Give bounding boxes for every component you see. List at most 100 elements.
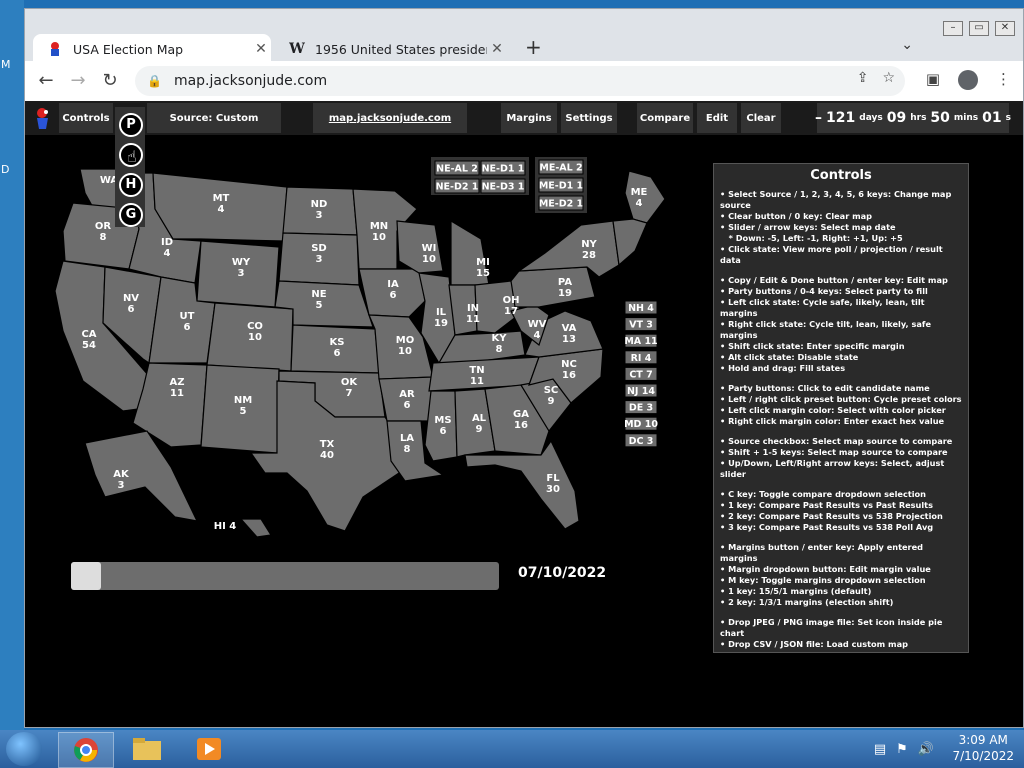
controls-line: • Source checkbox: Select map source to … xyxy=(720,436,953,446)
controls-line: * Down: -5, Left: -1, Right: +1, Up: +5 xyxy=(720,233,903,243)
svg-text:DE 3: DE 3 xyxy=(629,403,653,414)
controls-line: • Alt click state: Disable state xyxy=(720,352,859,362)
media-player-icon[interactable] xyxy=(182,732,236,766)
small-state-box-ri[interactable]: RI 4 xyxy=(624,350,658,365)
state-label-ny: NY 28 xyxy=(581,239,597,261)
state-label-az: AZ 11 xyxy=(170,377,185,399)
forward-arrow-icon[interactable]: → xyxy=(67,70,89,92)
district-box-me-al[interactable]: ME-AL 2 xyxy=(538,159,584,175)
chrome-taskbar-icon[interactable] xyxy=(58,732,114,768)
svg-text:ME-D1 1: ME-D1 1 xyxy=(539,181,583,192)
controls-line: • Right click margin color: Enter exact … xyxy=(720,416,945,426)
desktop-label-d: D xyxy=(1,163,10,176)
state-label-nc: NC 16 xyxy=(561,359,577,381)
controls-spacer xyxy=(720,266,962,275)
system-tray: ▤ ⚑ 🔊 xyxy=(874,742,934,757)
party-button-h[interactable]: H xyxy=(119,173,143,197)
browser-toolbar: ← → ↻ 🔒 map.jacksonjude.com ⇪ ☆ ▣ ⋮ xyxy=(25,61,1023,101)
svg-text:NJ 14: NJ 14 xyxy=(627,386,655,397)
map-date: 07/10/2022 xyxy=(518,565,607,581)
desktop-background: M D xyxy=(0,0,24,730)
controls-line: • Up/Down, Left/Right arrow keys: Select… xyxy=(720,458,948,479)
controls-line: • 1 key: 15/5/1 margins (default) xyxy=(720,586,872,596)
state-label-co: CO 10 xyxy=(247,321,263,343)
small-state-box-nj[interactable]: NJ 14 xyxy=(624,383,658,398)
file-explorer-icon[interactable] xyxy=(120,732,174,766)
state-HI[interactable] xyxy=(239,518,272,538)
close-tab-icon[interactable]: ✕ xyxy=(487,41,507,57)
svg-text:ME-D2 1: ME-D2 1 xyxy=(539,199,583,210)
controls-line: • 2 key: 1/3/1 margins (election shift) xyxy=(720,597,894,607)
state-label-mn: MN 10 xyxy=(370,221,388,243)
small-state-box-md[interactable]: MD 10 xyxy=(624,416,658,431)
svg-text:MA 11: MA 11 xyxy=(624,336,657,347)
svg-text:RI 4: RI 4 xyxy=(631,353,652,364)
controls-line: • M key: Toggle margins dropdown selecti… xyxy=(720,575,926,585)
address-bar[interactable]: 🔒 map.jacksonjude.com ⇪ ☆ xyxy=(135,66,905,96)
controls-line: • 1 key: Compare Past Results vs Past Re… xyxy=(720,500,933,510)
svg-text:DC 3: DC 3 xyxy=(629,436,654,447)
volume-icon[interactable]: 🔊 xyxy=(918,742,934,757)
small-state-box-ma[interactable]: MA 11 xyxy=(624,333,658,348)
clock[interactable]: 3:09 AM 7/10/2022 xyxy=(952,732,1014,764)
slider-thumb[interactable] xyxy=(71,562,101,590)
svg-text:NE-D3 1: NE-D3 1 xyxy=(482,182,525,193)
tab-usa-election-map[interactable]: USA Election Map ✕ xyxy=(33,34,271,64)
state-NY[interactable] xyxy=(516,220,620,278)
controls-title: Controls xyxy=(810,168,872,183)
district-box-me-d1[interactable]: ME-D1 1 xyxy=(538,177,584,193)
back-arrow-icon[interactable]: ← xyxy=(35,70,57,92)
reload-icon[interactable]: ↻ xyxy=(99,70,121,92)
state-label-va: VA 13 xyxy=(562,323,577,345)
tab-1956-election[interactable]: W 1956 United States presidential e ✕ xyxy=(275,34,507,64)
district-box-ne-al[interactable]: NE-AL 2 xyxy=(434,160,480,176)
controls-line: • Margins button / enter key: Apply ente… xyxy=(720,542,926,563)
start-button-icon[interactable] xyxy=(6,732,42,766)
svg-text:CT 7: CT 7 xyxy=(629,369,652,380)
browser-window: – ▭ ✕ USA Election Map ✕ W 1956 United S… xyxy=(24,8,1024,728)
state-FL[interactable] xyxy=(464,439,580,530)
small-state-box-vt[interactable]: VT 3 xyxy=(624,317,658,332)
desktop-label-m: M xyxy=(1,58,11,71)
election-map-favicon-icon xyxy=(47,41,63,57)
tab-title: 1956 United States presidential e xyxy=(315,41,487,57)
action-center-flag-icon[interactable]: ⚑ xyxy=(896,742,908,757)
controls-line: • Click state: View more poll / projecti… xyxy=(720,244,946,265)
district-box-ne-d1[interactable]: NE-D1 1 xyxy=(480,160,526,176)
new-tab-button[interactable]: + xyxy=(525,35,542,59)
profile-avatar-icon[interactable] xyxy=(958,70,978,90)
svg-text:NE-D2 1: NE-D2 1 xyxy=(436,182,479,193)
party-button-p[interactable]: P xyxy=(119,113,143,137)
tab-search-chevron-down-icon[interactable]: ⌄ xyxy=(901,37,913,53)
controls-spacer xyxy=(720,427,962,436)
date-slider[interactable] xyxy=(71,562,499,590)
state-NE-region[interactable] xyxy=(612,218,648,267)
svg-text:NE-AL 2: NE-AL 2 xyxy=(436,164,478,175)
tab-title: USA Election Map xyxy=(73,41,184,57)
state-PA[interactable] xyxy=(510,266,596,308)
controls-line: • Copy / Edit & Done button / enter key:… xyxy=(720,275,948,285)
menu-kebab-icon[interactable]: ⋮ xyxy=(996,70,1011,90)
svg-text:NE-D1 1: NE-D1 1 xyxy=(482,164,525,175)
small-state-box-dc[interactable]: DC 3 xyxy=(624,433,658,448)
small-state-box-de[interactable]: DE 3 xyxy=(624,400,658,415)
close-tab-icon[interactable]: ✕ xyxy=(251,41,271,57)
district-box-me-d2[interactable]: ME-D2 1 xyxy=(538,195,584,211)
network-icon[interactable]: ▤ xyxy=(874,742,886,757)
controls-line: • Right click state: Cycle tilt, lean, l… xyxy=(720,319,934,340)
url-text: map.jacksonjude.com xyxy=(173,73,328,89)
controls-line: • Clear button / 0 key: Clear map xyxy=(720,211,873,221)
controls-line: • Party buttons: Click to edit candidate… xyxy=(720,383,930,393)
party-button-g[interactable]: G xyxy=(119,203,143,227)
controls-line: • Left / right click preset button: Cycl… xyxy=(720,394,962,404)
small-state-box-ct[interactable]: CT 7 xyxy=(624,366,658,381)
small-state-box-nh[interactable]: NH 4 xyxy=(624,300,658,315)
state-label-hi: HI 4 xyxy=(214,521,237,532)
district-box-ne-d3[interactable]: NE-D3 1 xyxy=(480,178,526,194)
share-icon[interactable]: ⇪ xyxy=(857,70,869,86)
district-box-ne-d2[interactable]: NE-D2 1 xyxy=(434,178,480,194)
bookmark-star-icon[interactable]: ☆ xyxy=(882,70,895,86)
controls-line: • 2 key: Compare Past Results vs 538 Pro… xyxy=(720,511,943,521)
side-panel-icon[interactable]: ▣ xyxy=(926,70,940,90)
svg-text:MD 10: MD 10 xyxy=(624,419,658,430)
